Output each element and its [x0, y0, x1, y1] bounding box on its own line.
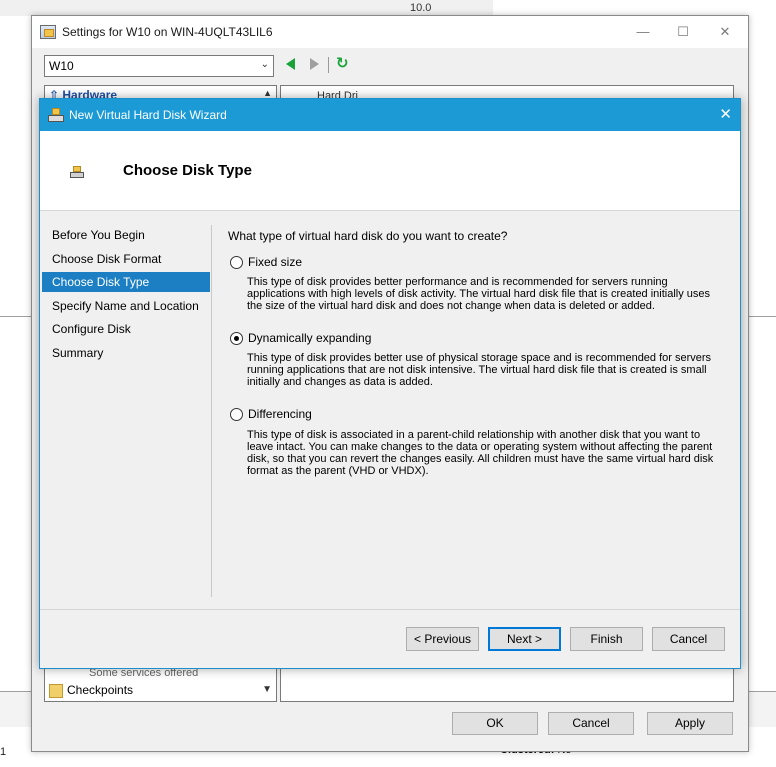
- background-panel-right: [749, 691, 776, 727]
- step-specify-name-location[interactable]: Specify Name and Location: [42, 296, 210, 316]
- minimize-button[interactable]: —: [628, 21, 658, 43]
- scroll-down-icon[interactable]: ▼: [262, 684, 272, 695]
- settings-window-icon: [40, 25, 56, 39]
- vm-select-dropdown[interactable]: W10 ⌄: [44, 55, 274, 77]
- checkpoints-icon: [49, 684, 63, 698]
- wizard-page-icon: [70, 166, 84, 178]
- wizard-title: New Virtual Hard Disk Wizard: [69, 108, 227, 122]
- wizard-header: Choose Disk Type: [40, 131, 740, 211]
- toolbar-separator: [328, 57, 329, 73]
- wizard-cancel-button[interactable]: Cancel: [652, 627, 725, 651]
- close-button[interactable]: ✕: [710, 21, 740, 43]
- differencing-label[interactable]: Differencing: [248, 407, 312, 421]
- background-divider-right: [749, 316, 776, 317]
- background-panel-left: [0, 691, 31, 727]
- step-choose-disk-format[interactable]: Choose Disk Format: [42, 249, 210, 269]
- settings-titlebar[interactable]: Settings for W10 on WIN-4UQLT43LIL6 — ☐ …: [32, 16, 748, 48]
- fixed-size-radio[interactable]: [230, 256, 243, 269]
- step-configure-disk[interactable]: Configure Disk: [42, 319, 210, 339]
- previous-button[interactable]: < Previous: [406, 627, 479, 651]
- background-divider-left: [0, 316, 31, 317]
- settings-cancel-button[interactable]: Cancel: [548, 712, 634, 735]
- new-vhd-wizard-dialog: New Virtual Hard Disk Wizard ✕ Choose Di…: [39, 98, 741, 669]
- dynamically-expanding-description: This type of disk provides better use of…: [247, 352, 712, 388]
- wizard-footer-divider: [40, 609, 740, 610]
- step-summary[interactable]: Summary: [42, 343, 210, 363]
- settings-window-title: Settings for W10 on WIN-4UQLT43LIL6: [62, 25, 273, 39]
- tree-item-checkpoints[interactable]: Checkpoints: [67, 683, 133, 697]
- fixed-size-label[interactable]: Fixed size: [248, 255, 302, 269]
- differencing-description: This type of disk is associated in a par…: [247, 429, 714, 477]
- virtual-disk-icon: [48, 108, 64, 122]
- next-button[interactable]: Next >: [488, 627, 561, 651]
- refresh-icon[interactable]: ↻: [336, 56, 349, 72]
- fixed-size-description: This type of disk provides better perfor…: [247, 276, 711, 312]
- step-before-you-begin[interactable]: Before You Begin: [42, 225, 210, 245]
- background-edge-text: 1: [0, 746, 7, 758]
- disk-type-question: What type of virtual hard disk do you wa…: [228, 229, 508, 243]
- back-arrow-icon[interactable]: [286, 58, 295, 70]
- ok-button[interactable]: OK: [452, 712, 538, 735]
- dynamically-expanding-radio[interactable]: [230, 332, 243, 345]
- vm-select-value: W10: [49, 59, 74, 73]
- wizard-close-icon[interactable]: ✕: [719, 106, 732, 124]
- maximize-button[interactable]: ☐: [668, 21, 698, 43]
- background-version-text: 10.0: [410, 2, 432, 14]
- differencing-radio[interactable]: [230, 408, 243, 421]
- forward-arrow-icon[interactable]: [310, 58, 319, 70]
- apply-button[interactable]: Apply: [647, 712, 733, 735]
- steps-divider: [211, 225, 212, 597]
- dynamically-expanding-label[interactable]: Dynamically expanding: [248, 331, 371, 345]
- step-choose-disk-type[interactable]: Choose Disk Type: [42, 272, 210, 292]
- scroll-up-icon[interactable]: ▲: [263, 88, 272, 98]
- chevron-down-icon: ⌄: [260, 59, 269, 70]
- wizard-titlebar[interactable]: New Virtual Hard Disk Wizard ✕: [40, 99, 740, 131]
- finish-button[interactable]: Finish: [570, 627, 643, 651]
- wizard-steps-nav: Before You Begin Choose Disk Format Choo…: [40, 212, 212, 610]
- wizard-page-title: Choose Disk Type: [123, 162, 252, 179]
